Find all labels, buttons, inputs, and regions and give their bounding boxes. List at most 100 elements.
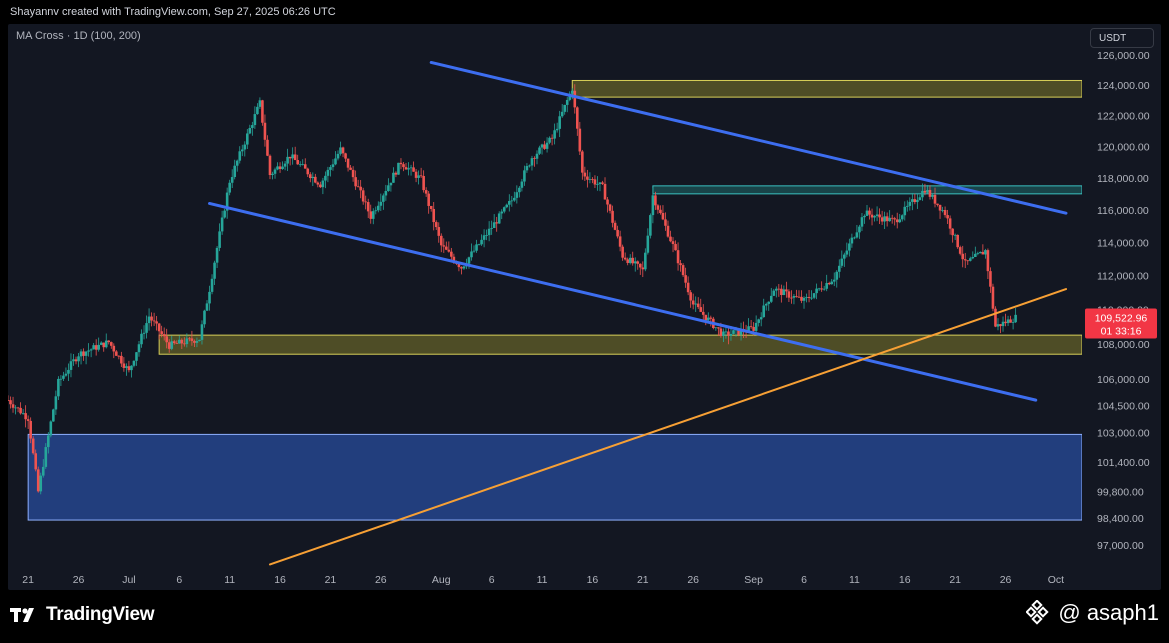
candle-body — [72, 359, 75, 362]
candle-body — [916, 199, 919, 203]
diamond-logo-icon — [1026, 600, 1050, 625]
candle-body — [865, 210, 869, 216]
candle-body — [319, 184, 322, 188]
candle-body — [797, 296, 801, 298]
candle-body — [64, 373, 68, 376]
candle-body — [77, 356, 80, 362]
candle-body — [802, 297, 806, 301]
candle-body — [633, 261, 637, 264]
candle-body — [722, 331, 725, 336]
candle-body — [795, 295, 798, 297]
candle-body — [36, 469, 40, 492]
candle-body — [540, 144, 544, 148]
candle-body — [963, 259, 967, 261]
candle-body — [764, 303, 768, 306]
candle-body — [533, 158, 536, 159]
candle-body — [681, 265, 685, 276]
candle-body — [233, 165, 237, 178]
candle-body — [724, 331, 728, 333]
candle-body — [89, 349, 93, 351]
candle-body — [346, 158, 350, 168]
candle-body — [341, 147, 345, 154]
candle-body — [193, 340, 196, 343]
candle-body — [835, 271, 839, 280]
candle-body — [21, 413, 25, 414]
candle-body — [938, 204, 942, 211]
candle-body — [152, 320, 156, 322]
candle-body — [719, 328, 723, 336]
candle-body — [218, 231, 221, 248]
candle-body — [555, 128, 559, 131]
candle-body — [389, 182, 393, 186]
candle-body — [1004, 321, 1007, 324]
candle-body — [729, 333, 733, 336]
candle-body — [127, 366, 131, 371]
candle-body — [215, 247, 219, 263]
candle-body — [235, 160, 239, 166]
tradingview-logo[interactable]: TradingView — [10, 604, 155, 626]
candle-body — [727, 331, 730, 336]
candle-body — [775, 288, 778, 291]
candle-body — [974, 253, 977, 257]
candle-body — [780, 288, 783, 295]
y-axis-tick-label: 98,400.00 — [1097, 513, 1144, 525]
candle-body — [618, 236, 622, 247]
y-axis-tick-label: 99,800.00 — [1097, 487, 1144, 499]
candle-body — [490, 228, 493, 229]
candle-body — [606, 199, 609, 205]
candle-body — [898, 219, 902, 223]
candle-body — [273, 169, 277, 174]
candle-body — [759, 317, 763, 320]
candle-body — [817, 288, 821, 290]
candle-body — [243, 144, 247, 150]
price-chart[interactable]: 126,000.00 124,000.00 122,000.00 120,000.00… — [8, 24, 1161, 590]
y-axis-tick-label: 104,500.00 — [1097, 400, 1150, 412]
candle-body — [472, 250, 476, 252]
candle-body — [356, 186, 360, 188]
candle-body — [407, 168, 410, 170]
candle-body — [47, 435, 50, 448]
candle-body — [518, 187, 521, 193]
candle-body — [301, 164, 305, 166]
y-axis-tick-label: 101,400.00 — [1097, 457, 1150, 469]
candle-body — [895, 219, 899, 223]
x-axis-tick-label: Aug — [432, 574, 451, 586]
chart-pane[interactable]: 126,000.00 124,000.00 122,000.00 120,000.00… — [8, 24, 1161, 590]
candle-body — [198, 339, 201, 342]
plot-area — [8, 60, 1082, 566]
candle-body — [82, 351, 85, 356]
candle-body — [14, 407, 17, 409]
candle-body — [576, 107, 579, 129]
candle-body — [361, 190, 365, 202]
candle-body — [717, 327, 720, 329]
y-axis-tick-label: 122,000.00 — [1097, 110, 1150, 122]
candle-body — [69, 361, 73, 370]
currency-button[interactable]: USDT — [1090, 28, 1154, 48]
candle-body — [326, 169, 330, 176]
candle-body — [858, 226, 861, 233]
candle-body — [815, 288, 818, 294]
indicator-label[interactable]: MA Cross · 1D (100, 200) — [16, 30, 141, 42]
candle-body — [230, 177, 234, 183]
candle-body — [868, 210, 871, 215]
candle-body — [220, 217, 224, 232]
candle-body — [92, 345, 95, 350]
candle-body — [754, 322, 758, 331]
candle-body — [570, 90, 574, 94]
candle-body — [334, 158, 337, 165]
candle-body — [943, 209, 947, 216]
candle-body — [271, 173, 274, 176]
candle-body — [981, 251, 985, 255]
candle-body — [903, 206, 907, 216]
candle-body — [961, 253, 965, 260]
candle-body — [757, 319, 760, 323]
candle-body — [1014, 314, 1017, 323]
candle-body — [709, 317, 713, 319]
countdown-label: 01 33:16 — [1101, 326, 1142, 338]
x-axis-tick-label: Jul — [122, 574, 135, 586]
candle-body — [991, 286, 995, 309]
candle-body — [1006, 319, 1010, 324]
candle-body — [870, 214, 874, 218]
candle-body — [52, 409, 55, 422]
candle-body — [535, 153, 539, 159]
